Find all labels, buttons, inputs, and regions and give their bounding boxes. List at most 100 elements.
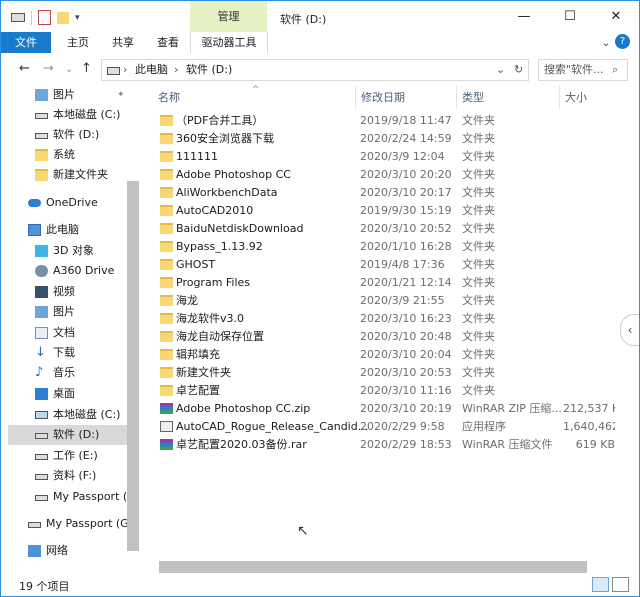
folder-icon [160, 349, 173, 360]
breadcrumb-drive-d[interactable]: 软件 (D:) [186, 60, 232, 80]
tab-file[interactable]: 文件 [1, 32, 51, 53]
file-row[interactable]: GHOST 2019/4/8 17:36 文件夹 [155, 256, 615, 274]
minimize-button[interactable]: — [501, 1, 547, 32]
tab-drive-tools[interactable]: 驱动器工具 [190, 32, 268, 53]
drive-icon [35, 133, 48, 139]
drive-icon [35, 495, 48, 501]
address-dropdown-icon[interactable]: ⌄ [496, 60, 505, 80]
sidebar-item-documents[interactable]: 文档 [1, 323, 127, 343]
file-type: 文件夹 [462, 258, 495, 271]
file-size: 619 KB [575, 438, 615, 451]
sidebar-item-new-folder[interactable]: 新建文件夹 [1, 165, 127, 185]
close-button[interactable]: ✕ [593, 1, 639, 32]
search-icon[interactable]: ⌕ [612, 60, 618, 80]
document-icon [35, 327, 48, 339]
breadcrumb-this-pc[interactable]: 此电脑 [135, 60, 168, 80]
file-row[interactable]: AliWorkbenchData 2020/3/10 20:17 文件夹 [155, 184, 615, 202]
status-bar: 19 个项目 [1, 573, 639, 596]
sidebar-item-onedrive[interactable]: OneDrive [1, 193, 127, 213]
column-header-type[interactable]: 类型 [462, 87, 484, 109]
sidebar-item-system[interactable]: 系统 [1, 145, 127, 165]
refresh-icon[interactable]: ↻ [514, 60, 523, 80]
details-view-icon[interactable] [592, 577, 609, 592]
sidebar-item-software-d-quick[interactable]: 软件 (D:) [1, 125, 127, 145]
collapse-pane-button[interactable]: ‹ [620, 314, 639, 346]
sidebar-item-pictures[interactable]: 图片 [1, 302, 127, 322]
file-row[interactable]: 111111 2020/3/9 12:04 文件夹 [155, 148, 615, 166]
file-row[interactable]: （PDF合并工具） 2019/9/18 11:47 文件夹 [155, 112, 615, 130]
folder-icon [160, 277, 173, 288]
column-separator[interactable] [559, 85, 560, 109]
column-header-name[interactable]: 名称 [158, 87, 180, 109]
file-row[interactable]: Bypass_1.13.92 2020/1/10 16:28 文件夹 [155, 238, 615, 256]
sidebar-item-music[interactable]: ♪ 音乐 [1, 363, 127, 383]
tab-home[interactable]: 主页 [58, 32, 98, 53]
sidebar-item-my-passport-g[interactable]: My Passport (G:) [1, 487, 127, 507]
large-icons-view-icon[interactable] [612, 577, 629, 592]
sidebar-item-desktop[interactable]: 桌面 [1, 384, 127, 404]
file-row[interactable]: 卓艺配置 2020/3/10 11:16 文件夹 [155, 382, 615, 400]
sidebar-item-local-disk-c[interactable]: 本地磁盘 (C:) [1, 405, 127, 425]
file-row[interactable]: 360安全浏览器下载 2020/2/24 14:59 文件夹 [155, 130, 615, 148]
sidebar-item-a360-drive[interactable]: A360 Drive [1, 261, 127, 281]
search-input[interactable]: 搜索"软件... [544, 60, 604, 80]
maximize-button[interactable]: ☐ [547, 1, 593, 32]
search-box[interactable]: 搜索"软件... ⌕ [538, 59, 628, 81]
cloud-icon [28, 199, 41, 207]
file-name: 360安全浏览器下载 [176, 132, 274, 145]
file-date: 2020/3/10 20:17 [360, 186, 452, 199]
file-row[interactable]: AutoCAD2010 2019/9/30 15:19 文件夹 [155, 202, 615, 220]
drive-icon[interactable] [11, 13, 25, 22]
sidebar-item-work-e[interactable]: 工作 (E:) [1, 446, 127, 466]
file-row[interactable]: 海龙软件v3.0 2020/3/10 16:23 文件夹 [155, 310, 615, 328]
sidebar-item-3d-objects[interactable]: 3D 对象 [1, 241, 127, 261]
properties-icon[interactable] [38, 10, 51, 25]
tab-share[interactable]: 共享 [103, 32, 143, 53]
new-folder-icon[interactable] [57, 11, 69, 24]
sidebar-item-local-disk-c-quick[interactable]: 本地磁盘 (C:) [1, 105, 127, 125]
file-type: 文件夹 [462, 204, 495, 217]
sidebar-item-downloads[interactable]: ↓ 下载 [1, 343, 127, 363]
file-row[interactable]: 海龙 2020/3/9 21:55 文件夹 [155, 292, 615, 310]
context-tab-manage[interactable]: 管理 [190, 1, 267, 32]
expand-ribbon-icon[interactable]: ⌄ [598, 32, 614, 53]
file-row[interactable]: 海龙自动保存位置 2020/3/10 20:48 文件夹 [155, 328, 615, 346]
sidebar-item-videos[interactable]: 视频 [1, 282, 127, 302]
sidebar-item-network[interactable]: 网络 [1, 541, 127, 561]
tab-view[interactable]: 查看 [148, 32, 188, 53]
file-row[interactable]: AutoCAD_Rogue_Release_Candid... 2020/2/29… [155, 418, 615, 436]
recent-locations-icon[interactable]: ⌄ [65, 64, 73, 75]
column-separator[interactable] [355, 85, 356, 109]
address-bar[interactable]: › 此电脑 › 软件 (D:) ⌄ ↻ [101, 59, 529, 81]
file-row[interactable]: Program Files 2020/1/21 12:14 文件夹 [155, 274, 615, 292]
explorer-window: ▾ 管理 软件 (D:) — ☐ ✕ 文件 主页 共享 查看 驱动器工具 ⌄ ?… [0, 0, 640, 597]
window-title: 软件 (D:) [280, 13, 327, 26]
back-arrow-icon[interactable]: ← [19, 61, 30, 76]
file-row[interactable]: Adobe Photoshop CC 2020/3/10 20:20 文件夹 [155, 166, 615, 184]
column-header-size[interactable]: 大小 [565, 87, 587, 109]
file-row[interactable]: 卓艺配置2020.03备份.rar 2020/2/29 18:53 WinRAR 压… [155, 436, 615, 454]
forward-arrow-icon[interactable]: → [43, 61, 54, 76]
sidebar-item-data-f[interactable]: 资料 (F:) [1, 466, 127, 486]
sidebar-item-pictures-quick[interactable]: 图片 ✦ [1, 85, 127, 105]
file-date: 2019/9/18 11:47 [360, 114, 452, 127]
file-row[interactable]: Adobe Photoshop CC.zip 2020/3/10 20:19 Win… [155, 400, 615, 418]
sidebar-item-software-d[interactable]: 软件 (D:) [8, 425, 127, 445]
help-icon[interactable]: ? [615, 34, 630, 49]
sidebar-item-this-pc[interactable]: 此电脑 [1, 220, 127, 240]
up-arrow-icon[interactable]: ↑ [81, 61, 92, 76]
navigation-pane-scrollbar[interactable] [127, 181, 139, 551]
drive-icon [28, 522, 41, 528]
file-row[interactable]: BaiduNetdiskDownload 2020/3/10 20:52 文件夹 [155, 220, 615, 238]
customize-toolbar-icon[interactable]: ▾ [75, 13, 80, 23]
file-name: 海龙 [176, 294, 198, 307]
sidebar-item-label: 此电脑 [46, 223, 79, 236]
sidebar-item-my-passport-g-root[interactable]: My Passport (G:) [1, 514, 127, 534]
sidebar-item-label: 图片 [53, 88, 75, 101]
file-row[interactable]: 辑邦填充 2020/3/10 20:04 文件夹 [155, 346, 615, 364]
column-header-date[interactable]: 修改日期 [361, 87, 405, 109]
horizontal-scrollbar[interactable] [159, 561, 587, 573]
sidebar-item-label: 工作 (E:) [53, 449, 98, 462]
column-separator[interactable] [456, 85, 457, 109]
file-row[interactable]: 新建文件夹 2020/3/10 20:53 文件夹 [155, 364, 615, 382]
